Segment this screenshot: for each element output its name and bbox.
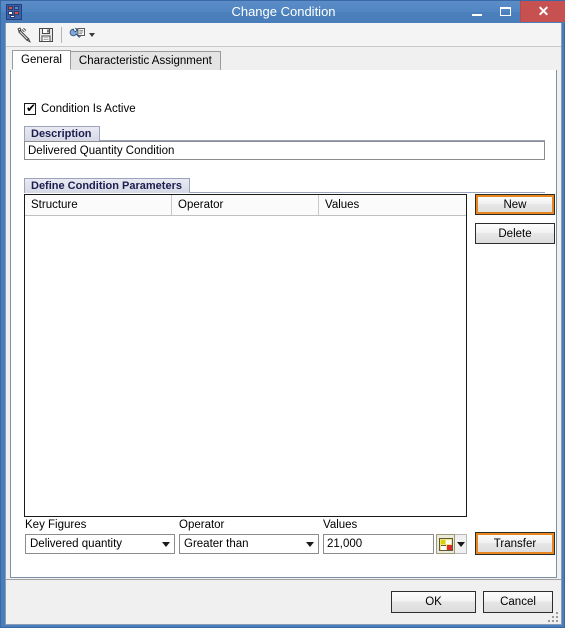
condition-is-active-row[interactable]: ✔ Condition Is Active [24, 101, 136, 115]
close-icon: ✕ [537, 3, 550, 19]
condition-is-active-checkbox[interactable]: ✔ [24, 101, 37, 115]
check-entries-icon [16, 26, 31, 43]
change-condition-window: Change Condition ✕ General Characteristi… [0, 0, 565, 628]
define-condition-parameters-group: Define Condition Parameters [24, 178, 545, 193]
save-button[interactable] [35, 25, 57, 45]
toolbar [6, 23, 561, 47]
ok-button[interactable]: OK [391, 591, 476, 613]
tab-general[interactable]: General [12, 50, 71, 70]
cancel-button-label: Cancel [500, 596, 536, 608]
transfer-button[interactable]: Transfer [475, 532, 555, 555]
resize-grip[interactable] [546, 610, 558, 622]
column-header-structure[interactable]: Structure [25, 195, 172, 215]
operator-value: Greater than [184, 538, 249, 550]
parameters-group-header: Define Condition Parameters [24, 178, 190, 193]
ok-button-label: OK [425, 596, 442, 608]
values-input[interactable] [323, 534, 434, 554]
description-group-header: Description [24, 126, 100, 141]
tab-general-label: General [21, 54, 62, 66]
key-figures-chevron-down-icon[interactable] [157, 535, 174, 553]
value-help-button[interactable] [436, 534, 455, 554]
description-group: Description [24, 126, 545, 160]
column-header-operator[interactable]: Operator [172, 195, 319, 215]
tab-strip: General Characteristic Assignment [6, 47, 561, 70]
values-dropdown-button[interactable] [455, 534, 467, 554]
settings-wrench-icon [69, 27, 85, 38]
operator-chevron-down-icon[interactable] [301, 535, 318, 553]
settings-dropdown-arrow-icon[interactable] [89, 32, 95, 37]
minimize-icon [471, 13, 482, 16]
save-icon [39, 27, 53, 42]
cancel-button[interactable]: Cancel [483, 591, 553, 613]
table-header-row: Structure Operator Values [25, 195, 466, 216]
description-input[interactable] [24, 141, 545, 160]
title-bar[interactable]: Change Condition ✕ [1, 1, 565, 23]
check-entries-button[interactable] [13, 25, 35, 45]
app-icon [6, 4, 22, 20]
condition-is-active-label: Condition Is Active [41, 103, 136, 115]
new-button-label: New [503, 198, 527, 211]
maximize-button[interactable] [491, 1, 520, 22]
caption-buttons: ✕ [462, 1, 565, 23]
maximize-icon [500, 7, 511, 16]
conditions-table[interactable]: Structure Operator Values [24, 194, 467, 517]
checkmark-icon: ✔ [26, 101, 37, 115]
new-button[interactable]: New [475, 194, 555, 215]
tab-characteristic-assignment-label: Characteristic Assignment [78, 55, 212, 67]
value-help-icon [438, 537, 453, 551]
close-button[interactable]: ✕ [520, 1, 565, 22]
values-chevron-down-icon [456, 541, 465, 547]
client-area: General Characteristic Assignment ✔ Cond… [5, 23, 562, 625]
minimize-button[interactable] [462, 1, 491, 22]
key-figures-value: Delivered quantity [30, 538, 123, 550]
delete-button-label: Delete [498, 227, 532, 240]
key-figures-label: Key Figures [25, 519, 87, 531]
tab-characteristic-assignment[interactable]: Characteristic Assignment [69, 51, 221, 70]
settings-button[interactable] [66, 25, 88, 45]
table-body[interactable] [25, 216, 466, 516]
values-label: Values [323, 519, 358, 531]
toolbar-separator [61, 26, 62, 43]
delete-button[interactable]: Delete [475, 223, 555, 244]
dialog-footer: OK Cancel [6, 579, 561, 624]
general-tab-page: ✔ Condition Is Active Description Define… [10, 70, 557, 578]
operator-label: Operator [179, 519, 225, 531]
key-figures-select[interactable]: Delivered quantity [25, 534, 175, 554]
transfer-button-label: Transfer [493, 537, 537, 550]
operator-select[interactable]: Greater than [179, 534, 319, 554]
column-header-values[interactable]: Values [319, 195, 466, 215]
